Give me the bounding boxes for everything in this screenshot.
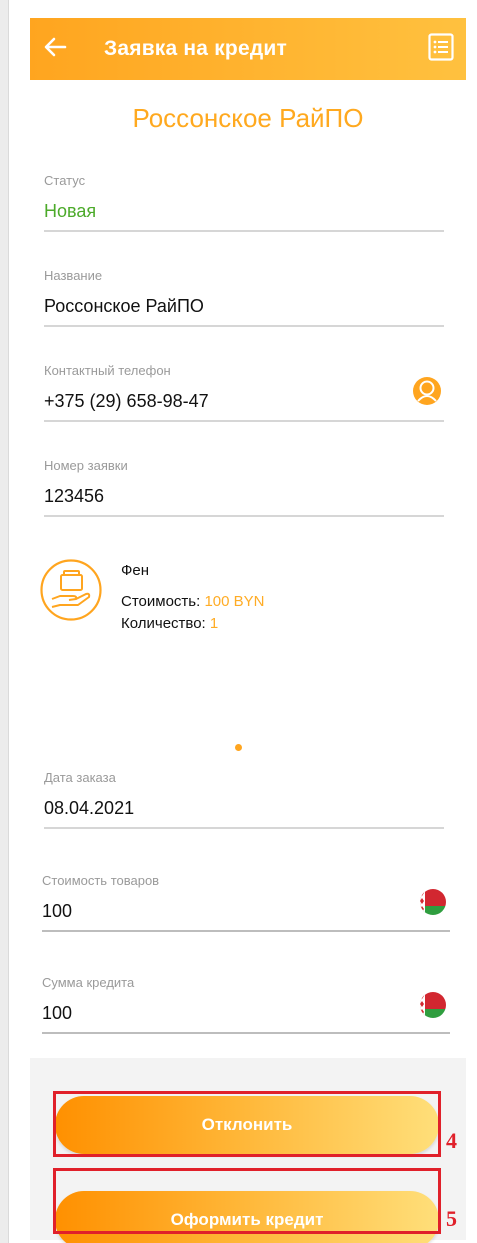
product-quantity: Количество: 1 (121, 615, 218, 632)
order-number-value[interactable]: 123456 (44, 486, 444, 515)
annotation-number-5: 5 (446, 1206, 457, 1231)
window-edge (0, 0, 9, 1243)
product-hand-icon (40, 559, 102, 621)
product-quantity-value: 1 (209, 615, 219, 632)
name-underline (44, 325, 444, 327)
credit-sum-field[interactable]: Сумма кредита 100 (42, 975, 450, 1034)
page-title: Заявка на кредит (104, 37, 287, 60)
credit-sum-value[interactable]: 100 (42, 1003, 450, 1032)
name-value[interactable]: Россонское РайПО (44, 296, 444, 325)
phone-underline (44, 420, 444, 422)
product-price-label: Стоимость: (121, 593, 201, 610)
order-number-underline (44, 515, 444, 517)
status-value: Новая (44, 201, 97, 221)
belarus-flag-icon (420, 889, 446, 915)
arrow-left-icon[interactable] (40, 32, 70, 62)
credit-sum-underline (42, 1032, 450, 1034)
order-number-field[interactable]: Номер заявки 123456 (44, 458, 444, 517)
status-label: Статус (44, 173, 86, 188)
list-icon[interactable] (428, 33, 454, 61)
credit-sum-label: Сумма кредита (42, 975, 135, 990)
product-price-value: 100 BYN (204, 593, 265, 610)
product-name: Фен (121, 562, 150, 579)
order-date-label: Дата заказа (44, 770, 116, 785)
phone-field[interactable]: Контактный телефон +375 (29) 658-98-47 (44, 363, 444, 422)
credit-request-screen: Заявка на кредит Россонское РайПО Статус… (30, 18, 466, 1243)
carousel-page-indicator[interactable] (235, 744, 242, 751)
product-quantity-label: Количество: (121, 615, 206, 632)
annotation-box-apply (53, 1168, 441, 1234)
organization-title: Россонское РайПО (132, 103, 364, 133)
goods-cost-label: Стоимость товаров (42, 873, 160, 888)
phone-label: Контактный телефон (44, 363, 171, 378)
status-field: Статус Новая (44, 173, 444, 232)
product-price: Стоимость: 100 BYN (121, 593, 264, 610)
app-bar: Заявка на кредит (30, 18, 466, 80)
belarus-flag-icon (420, 992, 446, 1018)
order-date-field[interactable]: Дата заказа 08.04.2021 (44, 770, 444, 829)
goods-cost-value[interactable]: 100 (42, 901, 450, 930)
name-label: Название (44, 268, 103, 283)
goods-cost-underline (42, 930, 450, 932)
goods-cost-field[interactable]: Стоимость товаров 100 (42, 873, 450, 932)
order-number-label: Номер заявки (44, 458, 128, 473)
order-date-underline (44, 827, 444, 829)
name-field[interactable]: Название Россонское РайПО (44, 268, 444, 327)
status-underline (44, 230, 444, 232)
annotation-number-4: 4 (446, 1128, 457, 1153)
top-margin (9, 0, 477, 8)
annotation-box-reject (53, 1091, 441, 1157)
phone-value[interactable]: +375 (29) 658-98-47 (44, 391, 414, 420)
order-date-value[interactable]: 08.04.2021 (44, 798, 444, 827)
person-icon[interactable] (412, 376, 442, 406)
